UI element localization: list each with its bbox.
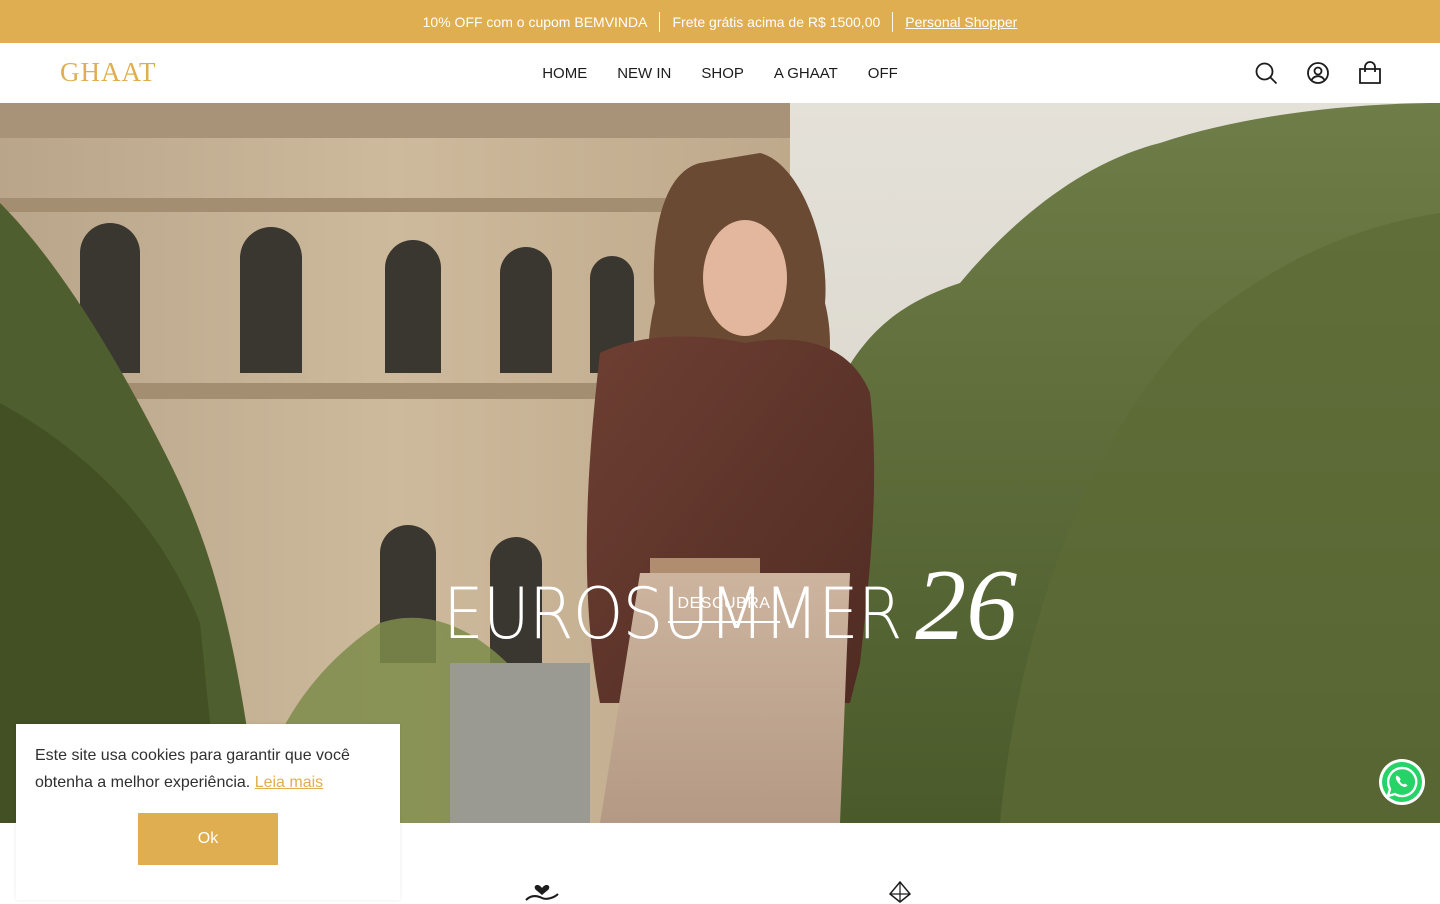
diamond-icon	[888, 880, 912, 903]
learn-more-link[interactable]: Leia mais	[255, 774, 323, 791]
discover-button[interactable]: DESCUBRA	[668, 595, 780, 623]
hero-banner[interactable]: EUROSUMMER 26 DESCUBRA	[0, 103, 1440, 823]
main-nav: HOME NEW IN SHOP A GHAAT OFF	[0, 43, 1440, 103]
nav-new-in[interactable]: NEW IN	[617, 65, 671, 82]
whatsapp-icon[interactable]	[1378, 758, 1426, 806]
header-icons	[1254, 61, 1382, 85]
site-header: GHAAT HOME NEW IN SHOP A GHAAT OFF	[0, 43, 1440, 103]
hero-title-number: 26	[915, 549, 1018, 662]
nav-home[interactable]: HOME	[542, 65, 587, 82]
shipping-text: Frete grátis acima de R$ 1500,00	[672, 13, 881, 30]
divider	[892, 11, 894, 32]
divider	[659, 11, 661, 32]
cookie-message: Este site usa cookies para garantir que …	[35, 742, 375, 796]
nav-off[interactable]: OFF	[868, 65, 898, 82]
nav-shop[interactable]: SHOP	[701, 65, 744, 82]
search-icon[interactable]	[1254, 61, 1278, 85]
personal-shopper-link[interactable]: Personal Shopper	[905, 14, 1017, 30]
heart-hand-icon	[525, 884, 559, 901]
hero-image	[0, 103, 1440, 823]
cookie-banner: Este site usa cookies para garantir que …	[16, 724, 400, 900]
shopping-bag-icon[interactable]	[1358, 61, 1382, 85]
accept-cookies-button[interactable]: Ok	[138, 813, 278, 865]
account-icon[interactable]	[1306, 61, 1330, 85]
coupon-text: 10% OFF com o cupom BEMVINDA	[422, 13, 648, 30]
announcement-bar: 10% OFF com o cupom BEMVINDA Frete gráti…	[0, 0, 1440, 43]
nav-a-ghaat[interactable]: A GHAAT	[774, 65, 838, 82]
